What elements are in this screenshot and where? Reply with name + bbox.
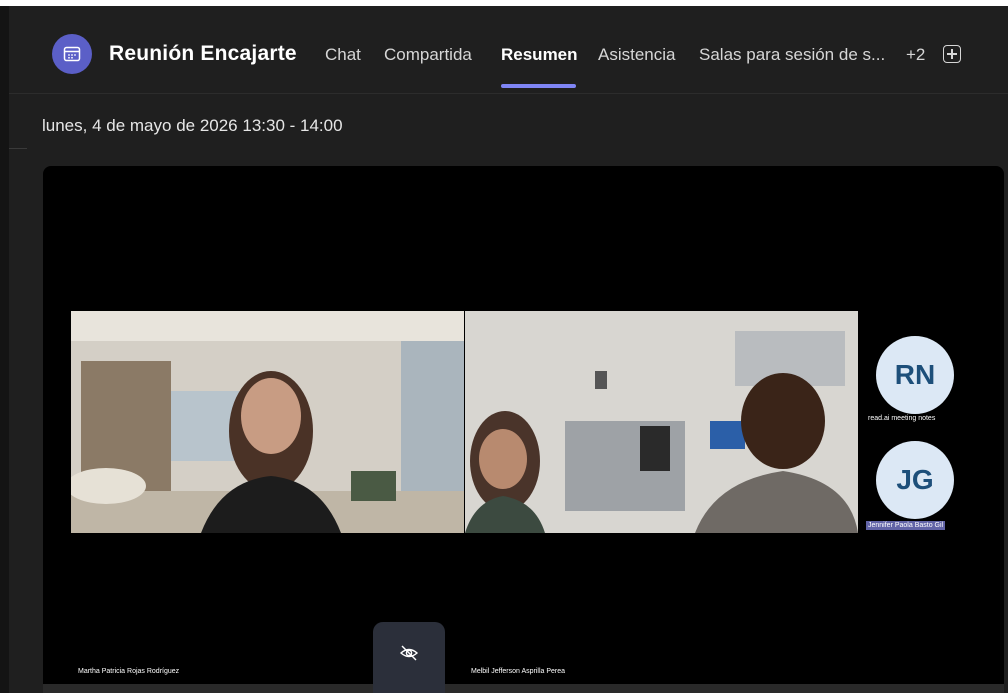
video-tile-2	[465, 311, 858, 533]
recording-player[interactable]: RN read.ai meeting notes JG Jennifer Pao…	[43, 166, 1004, 693]
teams-window: Reunión Encajarte Chat Compartida Resume…	[0, 6, 1008, 693]
tab-compartida[interactable]: Compartida	[384, 45, 472, 65]
avatar-label-jg: Jennifer Paola Basto Gil	[866, 521, 946, 530]
active-tab-indicator	[501, 84, 576, 88]
tab-salas[interactable]: Salas para sesión de s...	[699, 45, 885, 65]
tab-chat[interactable]: Chat	[325, 45, 361, 65]
playback-controls[interactable]: ...	[373, 622, 445, 693]
divider	[9, 148, 27, 149]
avatar-rn: RN	[876, 336, 954, 414]
video-tile-1	[71, 311, 464, 533]
participant-name-label: Martha Patricia Rojas Rodríguez	[78, 668, 180, 675]
meeting-title: Reunión Encajarte	[109, 42, 297, 65]
tab-overflow[interactable]: +2	[906, 45, 925, 65]
more-options-button[interactable]: ...	[401, 685, 416, 693]
tab-asistencia[interactable]: Asistencia	[598, 45, 675, 65]
add-tab-icon[interactable]	[943, 45, 961, 63]
avatar-label-rn: read.ai meeting notes	[868, 415, 936, 422]
meeting-header: Reunión Encajarte Chat Compartida Resume…	[9, 6, 1008, 94]
avatar-jg: JG	[876, 441, 954, 519]
player-control-bar	[43, 684, 1004, 693]
eye-off-icon[interactable]	[399, 643, 419, 663]
calendar-icon[interactable]	[52, 34, 92, 74]
participant-name-label: Melbil Jefferson Asprilla Perea	[471, 668, 566, 675]
meeting-datetime: lunes, 4 de mayo de 2026 13:30 - 14:00	[42, 116, 343, 135]
left-rail	[0, 6, 9, 693]
tab-resumen[interactable]: Resumen	[501, 45, 578, 65]
